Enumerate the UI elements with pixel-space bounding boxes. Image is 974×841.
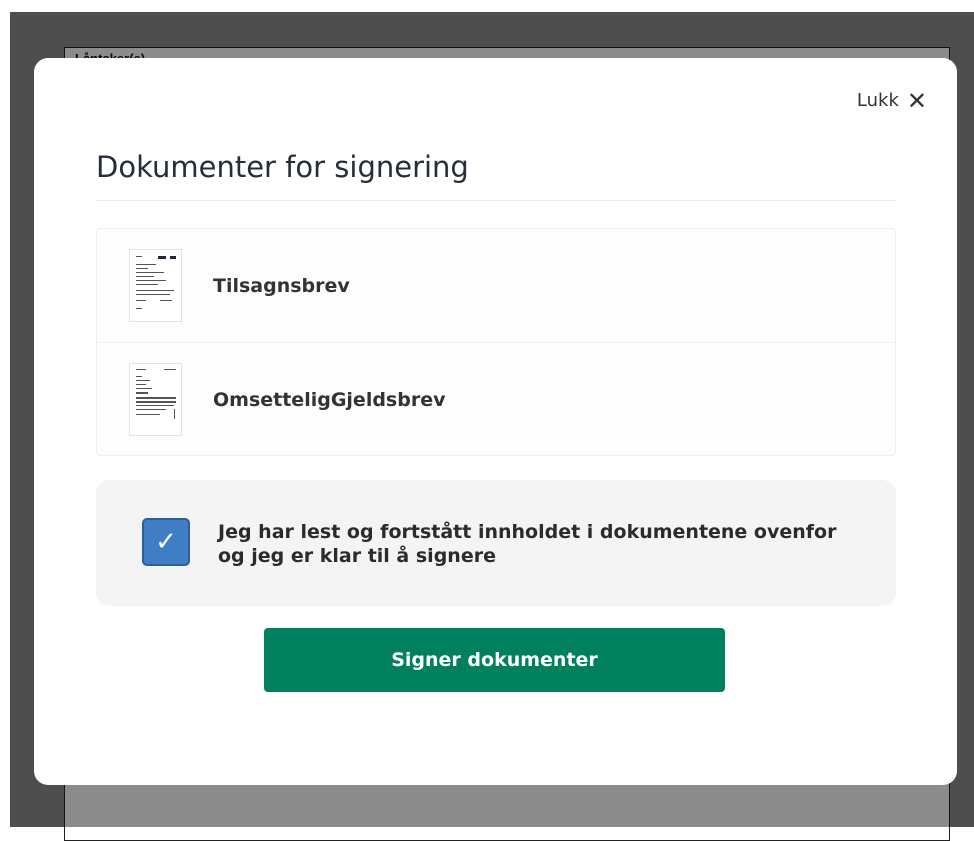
document-item-tilsagnsbrev[interactable]: Tilsagnsbrev	[97, 229, 895, 342]
consent-panel: ✓ Jeg har lest og fortstått innholdet i …	[96, 480, 896, 606]
sign-documents-button[interactable]: Signer dokumenter	[264, 628, 725, 692]
document-thumbnail-icon	[129, 249, 182, 322]
document-thumbnail-icon	[129, 363, 182, 436]
close-button[interactable]: Lukk ✕	[856, 86, 927, 115]
document-label: OmsetteligGjeldsbrev	[213, 388, 446, 411]
consent-checkbox[interactable]: ✓	[142, 518, 190, 566]
title-divider	[96, 200, 896, 201]
document-list: Tilsagnsbrev OmsetteligGjeldsbrev	[96, 228, 896, 456]
document-item-omsetteliggjeldsbrev[interactable]: OmsetteligGjeldsbrev	[97, 342, 895, 456]
consent-text: Jeg har lest og fortstått innholdet i do…	[218, 521, 837, 567]
close-label: Lukk	[856, 90, 899, 111]
checkmark-icon: ✓	[155, 527, 177, 557]
close-icon: ✕	[906, 86, 927, 115]
modal-title: Dokumenter for signering	[96, 150, 469, 184]
signing-modal: Lukk ✕ Dokumenter for signering Tilsagns…	[34, 58, 957, 785]
document-label: Tilsagnsbrev	[213, 274, 350, 297]
